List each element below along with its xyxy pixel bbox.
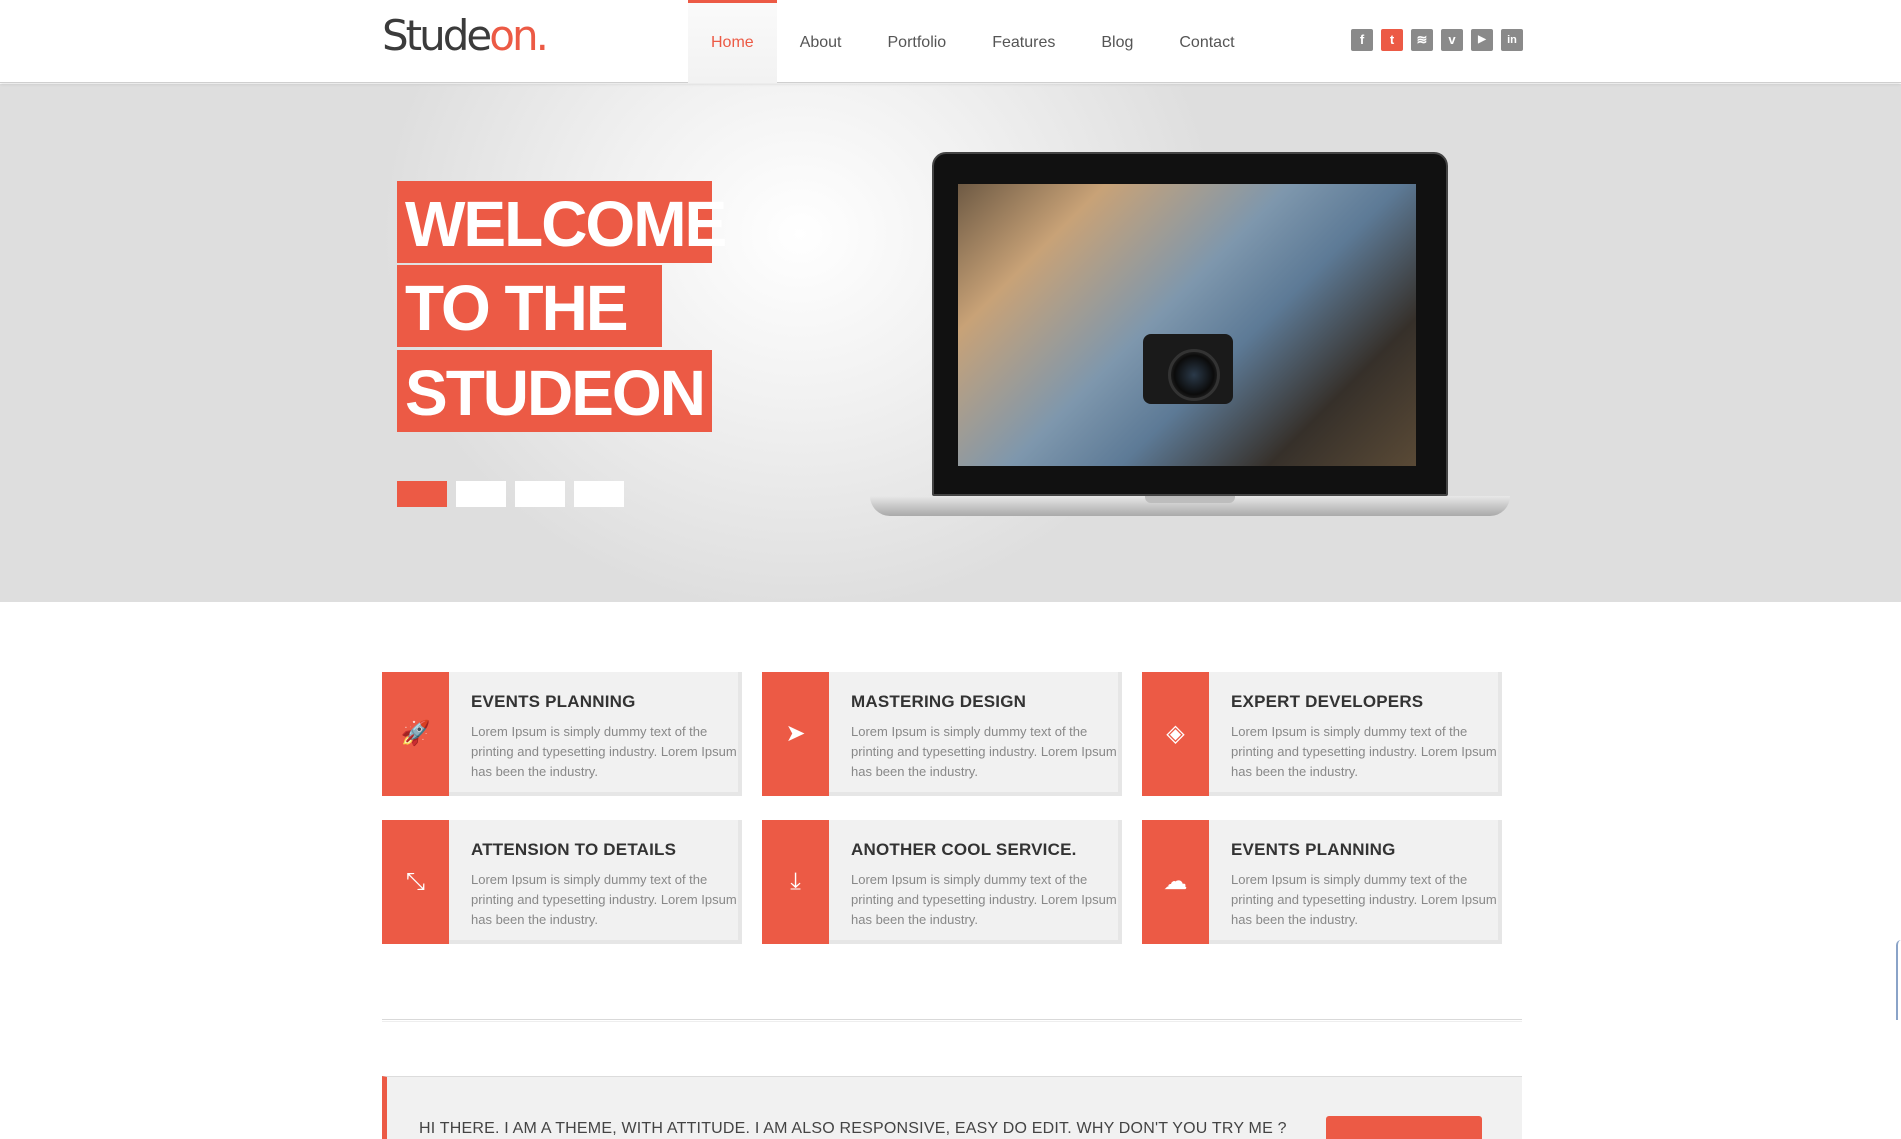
nav-item-contact[interactable]: Contact xyxy=(1156,0,1257,83)
call-to-action: HI THERE. I AM A THEME, WITH ATTITUDE. I… xyxy=(382,1076,1522,1139)
section-divider xyxy=(382,1019,1522,1022)
camera-lens xyxy=(1168,349,1220,401)
nav-item-home[interactable]: Home xyxy=(688,0,777,83)
service-card: ⤡ ATTENSION TO DETAILS Lorem Ipsum is si… xyxy=(382,820,742,944)
hero-line-3: STUDEON xyxy=(397,350,712,432)
hero-slider: WELCOME TO THE STUDEON xyxy=(0,84,1901,602)
service-title: ANOTHER COOL SERVICE. xyxy=(851,840,1077,859)
cloud-icon: ☁ xyxy=(1142,820,1209,944)
hero-line-2: TO THE xyxy=(397,265,662,347)
slider-dot-2[interactable] xyxy=(456,481,506,507)
service-title: EVENTS PLANNING xyxy=(1231,840,1396,859)
service-description: Lorem Ipsum is simply dummy text of the … xyxy=(471,872,737,927)
service-title: EVENTS PLANNING xyxy=(471,692,636,711)
rss-icon[interactable]: ≋ xyxy=(1411,29,1433,51)
slider-dot-1[interactable] xyxy=(397,481,447,507)
service-title: EXPERT DEVELOPERS xyxy=(1231,692,1424,711)
service-description: Lorem Ipsum is simply dummy text of the … xyxy=(471,724,737,779)
shrink-arrows-icon: ⤡ xyxy=(382,820,449,944)
youtube-icon[interactable]: ▶ xyxy=(1471,29,1493,51)
paper-plane-icon: ➤ xyxy=(762,672,829,796)
main-nav: Home About Portfolio Features Blog Conta… xyxy=(688,0,1258,83)
site-header: Studeon. Home About Portfolio Features B… xyxy=(0,0,1901,83)
slider-dot-4[interactable] xyxy=(574,481,624,507)
laptop-notch xyxy=(1145,496,1235,503)
layers-icon: ◈ xyxy=(1142,672,1209,796)
nav-item-features[interactable]: Features xyxy=(969,0,1078,83)
rocket-icon: 🚀 xyxy=(382,672,449,796)
slider-pagination xyxy=(397,481,624,507)
cta-text: HI THERE. I AM A THEME, WITH ATTITUDE. I… xyxy=(419,1120,1287,1137)
service-description: Lorem Ipsum is simply dummy text of the … xyxy=(1231,872,1497,927)
social-links: f t ≋ v ▶ in xyxy=(1351,29,1523,51)
linkedin-icon[interactable]: in xyxy=(1501,29,1523,51)
nav-item-blog[interactable]: Blog xyxy=(1078,0,1156,83)
twitter-icon[interactable]: t xyxy=(1381,29,1403,51)
service-card: ☁ EVENTS PLANNING Lorem Ipsum is simply … xyxy=(1142,820,1502,944)
service-title: ATTENSION TO DETAILS xyxy=(471,840,677,859)
service-description: Lorem Ipsum is simply dummy text of the … xyxy=(851,724,1117,779)
service-card: 🚀 EVENTS PLANNING Lorem Ipsum is simply … xyxy=(382,672,742,796)
service-card: ◈ EXPERT DEVELOPERS Lorem Ipsum is simpl… xyxy=(1142,672,1502,796)
service-card: ➤ MASTERING DESIGN Lorem Ipsum is simply… xyxy=(762,672,1122,796)
service-description: Lorem Ipsum is simply dummy text of the … xyxy=(851,872,1117,927)
nav-item-about[interactable]: About xyxy=(777,0,865,83)
laptop-image xyxy=(870,152,1510,532)
facebook-icon[interactable]: f xyxy=(1351,29,1373,51)
logo-text-accent: on. xyxy=(489,11,549,60)
vimeo-icon[interactable]: v xyxy=(1441,29,1463,51)
service-description: Lorem Ipsum is simply dummy text of the … xyxy=(1231,724,1497,779)
hero-line-1: WELCOME xyxy=(397,181,727,263)
cta-button[interactable] xyxy=(1326,1116,1482,1139)
site-logo[interactable]: Studeon. xyxy=(382,10,549,62)
service-title: MASTERING DESIGN xyxy=(851,692,1027,711)
side-feedback-tab[interactable] xyxy=(1896,940,1901,1020)
slider-dot-3[interactable] xyxy=(515,481,565,507)
nav-item-portfolio[interactable]: Portfolio xyxy=(865,0,970,83)
download-icon: ⤓ xyxy=(762,820,829,944)
laptop-screen-photo xyxy=(958,184,1416,466)
logo-text-dark: Stude xyxy=(382,11,492,60)
service-card: ⤓ ANOTHER COOL SERVICE. Lorem Ipsum is s… xyxy=(762,820,1122,944)
